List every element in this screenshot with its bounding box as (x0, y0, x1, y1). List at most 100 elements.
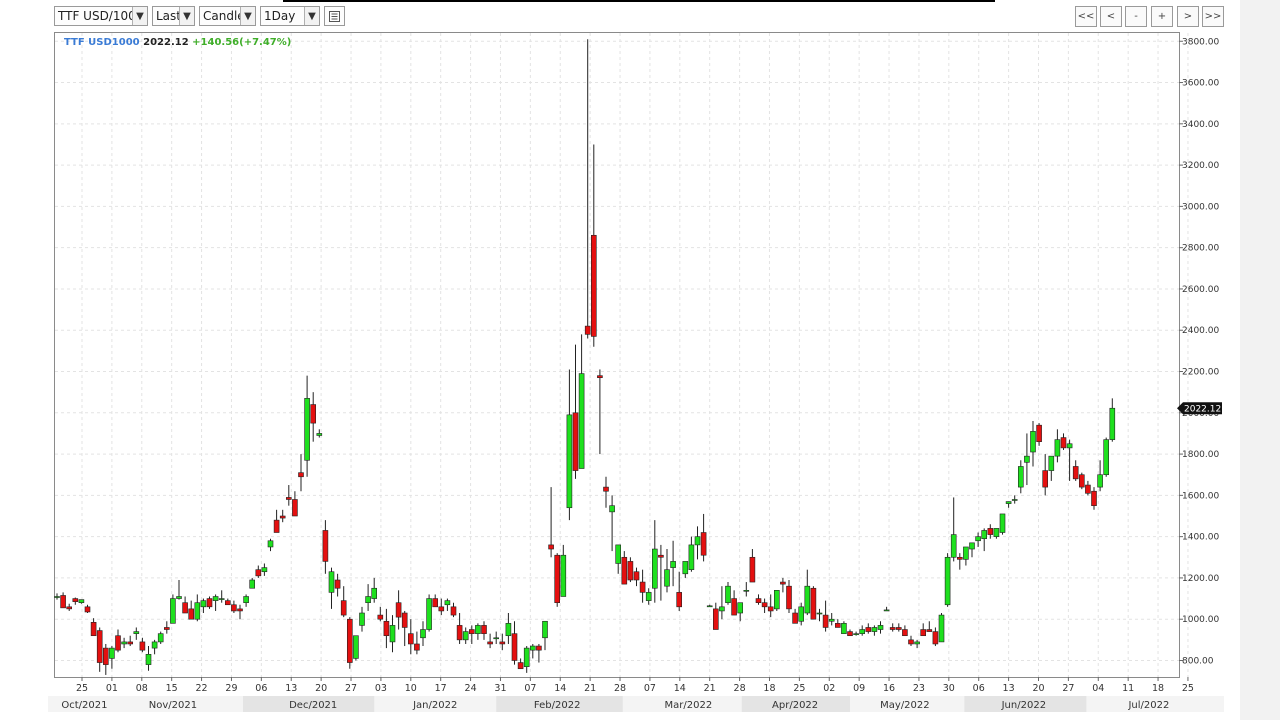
candle-down (255, 569, 262, 577)
candle-up (493, 637, 500, 640)
candle-up (1066, 443, 1073, 449)
candle-down (584, 325, 591, 335)
candle-up (426, 598, 432, 630)
x-tick-label: 28 (614, 683, 626, 694)
candle-up (365, 596, 371, 603)
candle-up (359, 612, 365, 626)
candle-up (1054, 439, 1061, 457)
month-label: Feb/2022 (534, 700, 581, 711)
candle-down (499, 641, 506, 645)
x-tick-label: 08 (136, 683, 148, 694)
candle-up (212, 596, 219, 601)
candle-up (371, 587, 378, 599)
candle-down (334, 579, 341, 589)
candle-up (651, 548, 658, 589)
candle-down (633, 571, 640, 581)
candle-down (548, 544, 554, 550)
chart-legend: TTF USD1000 2022.12 +140.56(+7.47%) (64, 37, 291, 48)
candle-down (414, 643, 420, 651)
month-label: May/2022 (880, 700, 930, 711)
candle-down (780, 581, 786, 585)
x-tick-label: 03 (375, 683, 387, 694)
x-tick-label: 07 (524, 683, 536, 694)
candle-down (322, 530, 329, 562)
candle-down (432, 598, 439, 608)
candle-down (822, 614, 829, 628)
x-tick-label: 20 (315, 683, 327, 694)
month-label: Nov/2021 (149, 700, 197, 711)
candle-down (487, 641, 493, 645)
candle-up (798, 606, 805, 622)
candle-down (1042, 470, 1048, 488)
candle-down (298, 472, 304, 478)
candle-down (889, 627, 896, 630)
x-tick-label: 27 (345, 683, 357, 694)
x-tick-label: 17 (435, 683, 447, 694)
candle-up (523, 647, 530, 667)
candle-up (243, 596, 249, 603)
candle-up (1005, 501, 1012, 504)
x-tick-label: 02 (823, 683, 835, 694)
x-tick-label: 18 (763, 683, 775, 694)
candle-up (804, 585, 811, 614)
candle-up (1011, 499, 1018, 501)
candle-up (719, 606, 725, 612)
x-tick-label: 10 (405, 683, 417, 694)
x-tick-label: 15 (166, 683, 178, 694)
x-tick-label: 22 (196, 683, 208, 694)
candle-down (139, 641, 146, 651)
candle-up (529, 645, 536, 651)
candle-down (468, 629, 475, 634)
candle-down (377, 614, 384, 620)
candle-up (505, 623, 512, 637)
candle-down (755, 598, 762, 603)
x-tick-label: 06 (973, 683, 985, 694)
candle-down (902, 629, 908, 637)
candle-up (1103, 439, 1109, 476)
month-label: Oct/2021 (61, 700, 107, 711)
candle-up (109, 647, 115, 659)
candle-up (743, 590, 750, 592)
candle-down (72, 598, 79, 602)
y-tick-label: 800.00 (1182, 656, 1214, 666)
x-tick-label: 31 (494, 683, 506, 694)
candle-up (725, 585, 731, 603)
candle-up (560, 554, 567, 597)
candle-down (1072, 466, 1079, 480)
candle-down (182, 602, 188, 614)
x-tick-label: 20 (1032, 683, 1044, 694)
candle-up (176, 596, 182, 599)
candle-down (292, 499, 298, 517)
candle-up (389, 625, 396, 643)
candle-down (383, 620, 390, 637)
candle-down (206, 598, 213, 608)
legend-change: +140.56(+7.47%) (192, 37, 292, 48)
candle-down (658, 554, 664, 558)
x-tick-label: 14 (674, 683, 686, 694)
candle-up (877, 625, 884, 630)
candle-up (999, 513, 1006, 533)
candle-up (944, 556, 951, 606)
candlestick-chart: 800.001000.001200.001400.001600.001800.0… (54, 33, 1222, 712)
candle-down (895, 627, 902, 630)
x-tick-label: 25 (76, 683, 88, 694)
x-tick-label: 16 (883, 683, 895, 694)
candle-up (420, 629, 426, 639)
candle-up (145, 653, 152, 665)
candle-down (1085, 484, 1091, 494)
candle-up (737, 602, 744, 614)
candle-down (572, 412, 579, 471)
candle-up (316, 433, 323, 436)
candle-down (310, 404, 317, 424)
candle-down (279, 515, 286, 519)
candle-up (542, 620, 548, 639)
month-label: Dec/2021 (289, 700, 337, 711)
candle-up (267, 540, 274, 548)
month-label: Jan/2022 (412, 700, 457, 711)
last-price-label: 2022.12 (1184, 405, 1221, 415)
candle-down (987, 528, 994, 535)
candle-down (603, 486, 609, 492)
candle-up (706, 605, 713, 608)
x-tick-label: 24 (465, 683, 477, 694)
candle-down (84, 606, 91, 613)
